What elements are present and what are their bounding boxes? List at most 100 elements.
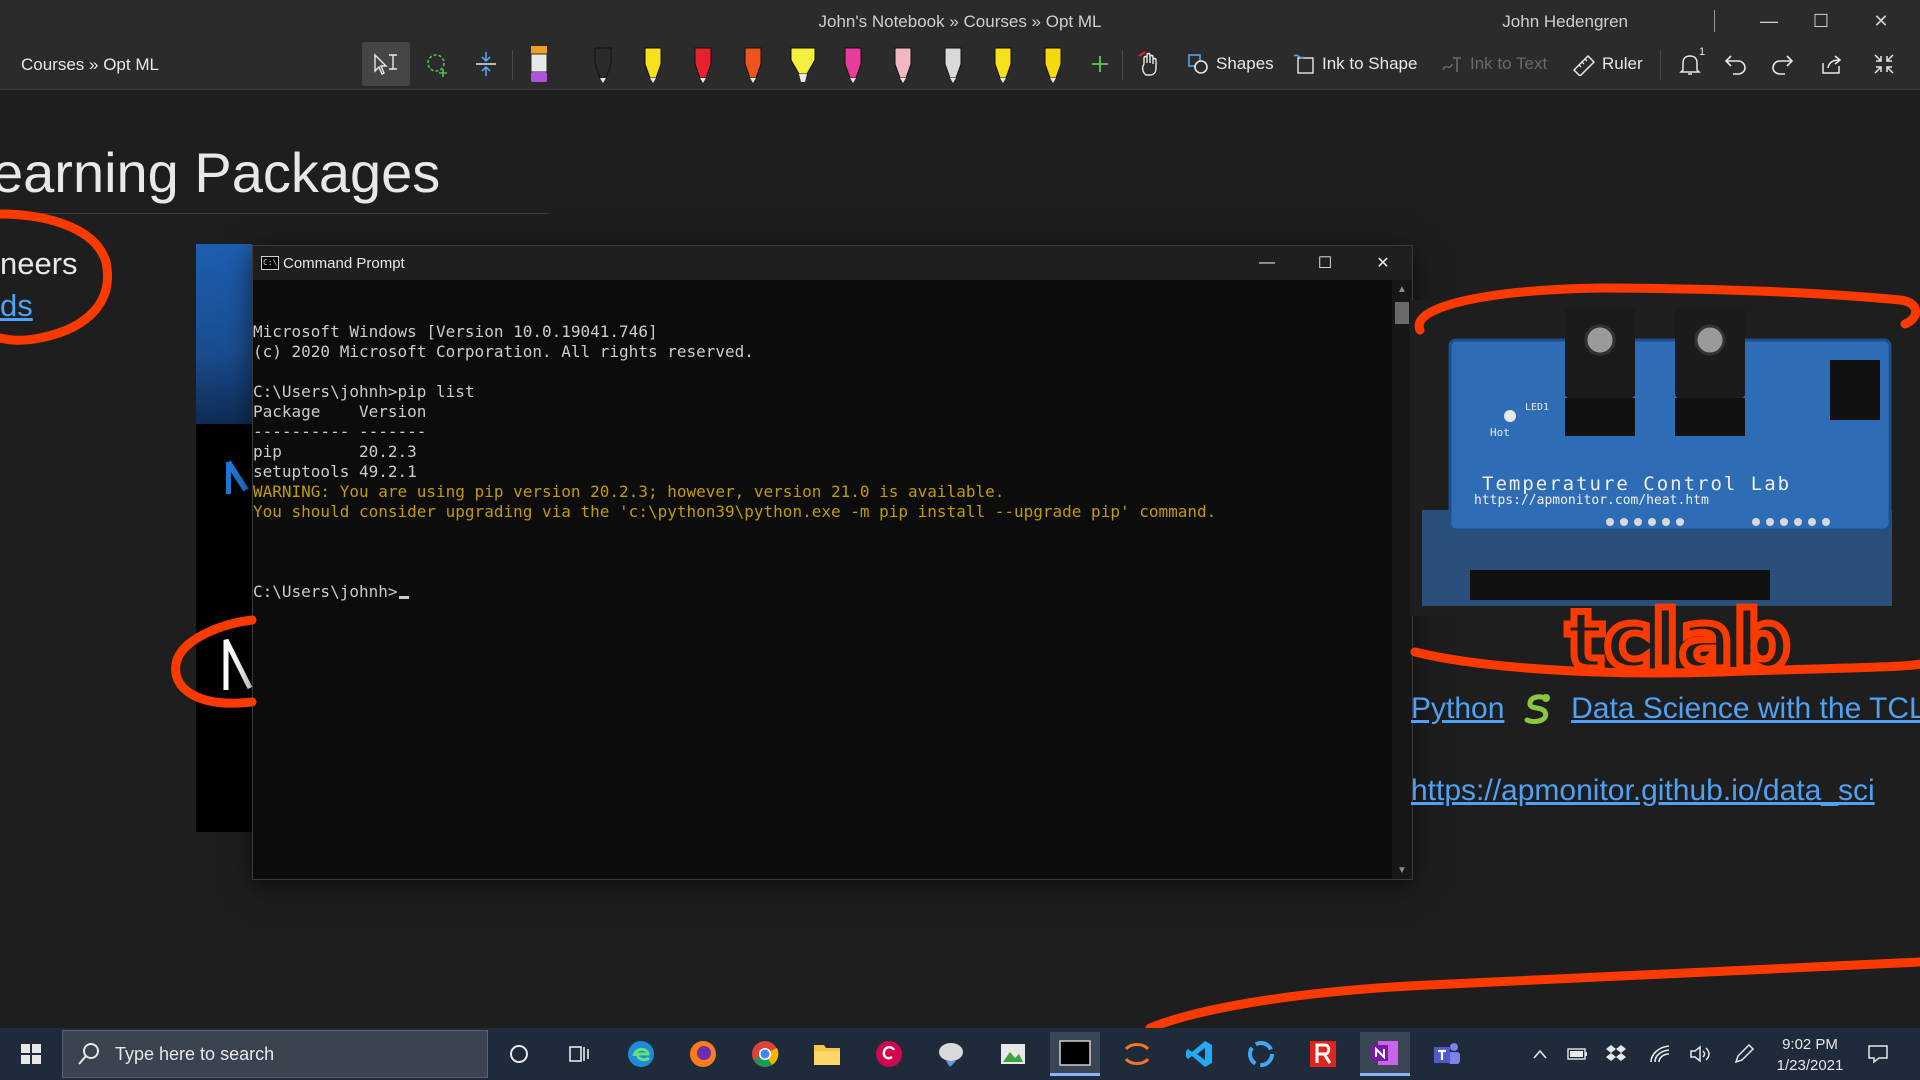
- embedded-image-blue-area: [196, 244, 252, 424]
- note-link-fragment[interactable]: ds: [0, 288, 33, 324]
- close-button[interactable]: ✕: [1858, 6, 1904, 36]
- exit-fullscreen-button[interactable]: [1862, 42, 1906, 86]
- page-title[interactable]: earning Packages: [0, 140, 440, 205]
- taskbar-app-edge[interactable]: [616, 1032, 666, 1076]
- shapes-label: Shapes: [1216, 54, 1274, 73]
- taskbar-app-firefox[interactable]: [678, 1032, 728, 1076]
- command-prompt-window[interactable]: C:\ Command Prompt — ☐ ✕ Microsoft Windo…: [252, 245, 1413, 880]
- ink-to-text-button[interactable]: Ink to Text: [1440, 52, 1547, 76]
- plus-icon: [1092, 56, 1108, 72]
- add-space-tool[interactable]: [466, 42, 506, 86]
- maximize-button[interactable]: ☐: [1798, 6, 1844, 36]
- scroll-up-icon[interactable]: ▲: [1392, 280, 1412, 298]
- taskbar-app-command-prompt[interactable]: [1050, 1032, 1100, 1076]
- title-underline: [0, 213, 548, 214]
- cmd-output-line: (c) 2020 Microsoft Corporation. All righ…: [253, 342, 754, 361]
- type-select-tool[interactable]: [362, 42, 410, 86]
- teams-icon: [1434, 1043, 1460, 1064]
- battery-status[interactable]: [1566, 1042, 1590, 1066]
- system-clock[interactable]: 9:02 PM 1/23/2021: [1770, 1034, 1850, 1076]
- pen-icon: [694, 47, 712, 83]
- minimize-button[interactable]: —: [1746, 6, 1792, 36]
- notifications-button[interactable]: 1: [1668, 42, 1712, 86]
- taskbar-app-jupyter[interactable]: [1112, 1032, 1162, 1076]
- redo-button[interactable]: [1760, 42, 1804, 86]
- cmd-scrollbar[interactable]: ▲ ▼: [1392, 280, 1412, 879]
- breadcrumb[interactable]: Courses » Opt ML: [21, 55, 159, 75]
- shapes-button[interactable]: Shapes: [1186, 52, 1274, 76]
- lasso-icon: [427, 54, 447, 77]
- cmd-close-button[interactable]: ✕: [1354, 246, 1412, 280]
- taskbar-app-file-explorer[interactable]: [802, 1032, 852, 1076]
- taskbar-search-box[interactable]: Type here to search: [62, 1030, 488, 1078]
- undo-button[interactable]: [1714, 42, 1758, 86]
- onenote-titlebar: John's Notebook » Courses » Opt ML John …: [0, 0, 1920, 90]
- cortana-button[interactable]: [494, 1032, 544, 1076]
- python-link-text: Python: [1411, 692, 1505, 725]
- draw-with-touch-tool[interactable]: [1132, 42, 1168, 86]
- image-editor-icon: [1001, 1044, 1025, 1064]
- data-science-url-link[interactable]: https://apmonitor.github.io/data_sci: [1411, 774, 1875, 808]
- account-name[interactable]: John Hedengren: [1502, 12, 1628, 32]
- scroll-down-icon[interactable]: ▼: [1392, 861, 1412, 879]
- taskbar-app-brain[interactable]: [926, 1032, 976, 1076]
- taskbar-app-teams[interactable]: [1422, 1032, 1472, 1076]
- taskbar-app-chrome[interactable]: [740, 1032, 790, 1076]
- lasso-select-tool[interactable]: [418, 42, 458, 86]
- taskbar-app-rstudio[interactable]: [1298, 1032, 1348, 1076]
- pen-red-tool[interactable]: [684, 42, 722, 86]
- tclab-board-image[interactable]: LED1 Hot Temperature Control Lab https:/…: [1410, 300, 1900, 616]
- pen-yellow-2-tool[interactable]: [984, 42, 1022, 86]
- action-center-button[interactable]: [1866, 1042, 1890, 1066]
- cmd-prompt-line[interactable]: C:\Users\johnh>: [253, 582, 1393, 602]
- ruler-icon: [1572, 54, 1596, 76]
- pen-yellow-tool[interactable]: [634, 42, 672, 86]
- vscode-icon: [1186, 1041, 1212, 1067]
- transistor-1: [1565, 398, 1635, 436]
- ink-to-shape-button[interactable]: Ink to Shape: [1292, 52, 1417, 76]
- taskbar-app-debian[interactable]: [864, 1032, 914, 1076]
- sync-icon: [1248, 1041, 1274, 1067]
- pen-light-pink-tool[interactable]: [884, 42, 922, 86]
- pen-icon: [894, 47, 912, 83]
- show-hidden-icons[interactable]: [1528, 1042, 1552, 1066]
- taskbar-app-image-editor[interactable]: [988, 1032, 1038, 1076]
- cmd-output-line: pip 20.2.3: [253, 442, 417, 461]
- taskbar-app-sync[interactable]: [1236, 1032, 1286, 1076]
- share-button[interactable]: [1810, 42, 1854, 86]
- terminal-icon: [1059, 1039, 1091, 1066]
- volume-control[interactable]: [1688, 1042, 1712, 1066]
- search-icon: [78, 1043, 99, 1065]
- pen-galaxy-tool[interactable]: [934, 42, 972, 86]
- note-text-fragment[interactable]: neers: [0, 246, 78, 282]
- board-url: https://apmonitor.com/heat.htm: [1474, 493, 1709, 508]
- ruler-button[interactable]: Ruler: [1572, 52, 1643, 76]
- taskbar-app-onenote[interactable]: [1360, 1032, 1410, 1076]
- cmd-console-output[interactable]: Microsoft Windows [Version 10.0.19041.74…: [253, 280, 1393, 879]
- cmd-titlebar[interactable]: C:\ Command Prompt — ☐ ✕: [253, 246, 1412, 280]
- pen-pink-tool[interactable]: [834, 42, 872, 86]
- start-button[interactable]: [6, 1032, 56, 1076]
- eraser-tool[interactable]: [522, 42, 556, 86]
- embedded-image[interactable]: [196, 244, 252, 832]
- python-data-science-link[interactable]: Python Data Science with the TCLa: [1411, 690, 1920, 726]
- cmd-minimize-button[interactable]: —: [1238, 246, 1296, 280]
- hot-label: Hot: [1490, 426, 1510, 439]
- dropbox-status[interactable]: [1604, 1042, 1628, 1066]
- highlighter-yellow-tool[interactable]: [784, 42, 822, 86]
- cmd-maximize-button[interactable]: ☐: [1296, 246, 1354, 280]
- clock-time: 9:02 PM: [1782, 1036, 1838, 1053]
- pen-black-tool[interactable]: [584, 42, 622, 86]
- pen-orange-red-tool[interactable]: [734, 42, 772, 86]
- pen-yellow-3-tool[interactable]: [1034, 42, 1072, 86]
- pen-settings[interactable]: [1732, 1042, 1756, 1066]
- taskbar-app-vscode[interactable]: [1174, 1032, 1224, 1076]
- scroll-thumb[interactable]: [1395, 302, 1409, 324]
- cmd-warning-line: You should consider upgrading via the 'c…: [253, 502, 1217, 521]
- ribbon-divider: [1660, 50, 1661, 80]
- task-view-button[interactable]: [554, 1032, 604, 1076]
- network-status[interactable]: [1648, 1042, 1672, 1066]
- cmd-output-line: Package Version: [253, 402, 427, 421]
- cmd-title: Command Prompt: [283, 254, 405, 272]
- add-pen-button[interactable]: [1086, 42, 1114, 86]
